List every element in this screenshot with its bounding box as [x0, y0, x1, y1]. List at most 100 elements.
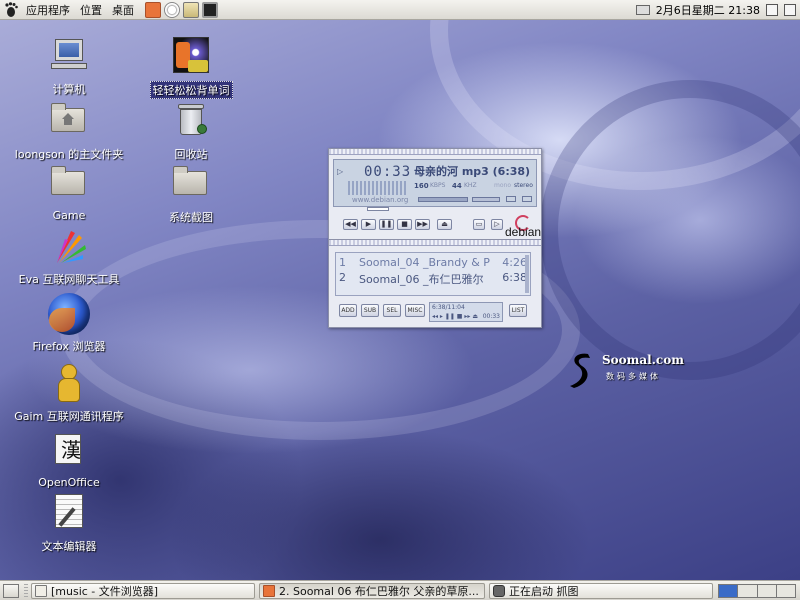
volume-slider[interactable]	[418, 197, 468, 202]
launcher-terminal-icon[interactable]	[202, 1, 218, 18]
taskbar-item-label: 正在启动 抓图	[509, 585, 579, 598]
repeat-button[interactable]: ▷	[491, 219, 503, 230]
workspace-1[interactable]	[719, 585, 739, 597]
taskbar-item-player[interactable]: 2. Soomal 06 布仁巴雅尔 父亲的草原...	[259, 583, 485, 599]
balance-slider[interactable]	[472, 197, 500, 202]
top-panel: 应用程序 位置 桌面 2月6日星期二 21:38	[0, 0, 800, 20]
desktop-icon-openoffice[interactable]: 漢 OpenOffice	[9, 430, 129, 489]
total-time: 6:38/11:04	[432, 304, 465, 311]
play-indicator-icon: ▷	[337, 167, 344, 176]
desktop-icon-trash[interactable]: 回收站	[131, 100, 251, 162]
playlist-row[interactable]: 1 Soomal_04 _Brandy & P 4:26	[339, 256, 529, 269]
camera-icon	[493, 585, 505, 597]
playlist-misc-button[interactable]: MISC	[405, 304, 425, 317]
openoffice-icon: 漢	[47, 430, 91, 474]
soomal-watermark: Soomal.com 数码多媒体	[566, 350, 686, 390]
desktop-icon-eva[interactable]: Eva 互联网聊天工具	[9, 225, 129, 287]
player-titlebar[interactable]	[329, 149, 541, 155]
play-button[interactable]: ▶	[361, 219, 376, 230]
firefox-icon	[47, 292, 91, 336]
prev-button[interactable]: ◀◀	[343, 219, 358, 230]
desktop-icon-screenshots[interactable]: 系统截图	[131, 163, 251, 225]
desktop-icon-label: 计算机	[52, 83, 86, 96]
workspace-4[interactable]	[776, 585, 795, 597]
launcher-notes-icon[interactable]	[183, 1, 199, 18]
bitrate-value: 160	[414, 182, 429, 190]
workspace-2[interactable]	[738, 585, 758, 597]
eq-toggle[interactable]	[506, 196, 516, 202]
eject-button[interactable]: ⏏	[437, 219, 452, 230]
desktop-icon-label: loongson 的主文件夹	[14, 148, 124, 161]
desktop-icon-vocabulary[interactable]: 轻轻松松背单词	[131, 35, 251, 99]
player-main: ▷ 00:33 母亲的河 mp3 (6:38) 160 KBPS 44 KHZ …	[329, 149, 542, 239]
desktop-icon-label: Eva 互联网聊天工具	[18, 273, 120, 286]
desktop-icon-game[interactable]: Game	[9, 163, 129, 222]
taskbar-item-label: [music - 文件浏览器]	[51, 585, 159, 598]
mono-indicator: mono	[494, 182, 511, 189]
pl-toggle[interactable]	[522, 196, 532, 202]
desktop-icon-label: Gaim 互联网通讯程序	[14, 410, 124, 423]
tray-icon-2[interactable]	[784, 4, 796, 16]
panel-handle[interactable]	[24, 584, 28, 598]
seek-bar[interactable]	[367, 207, 389, 211]
workspace-switcher[interactable]	[718, 584, 796, 598]
playlist-row-title: Soomal_06 _布仁巴雅尔	[359, 273, 484, 286]
debian-logo-text: debian	[505, 225, 542, 239]
playlist-sub-button[interactable]: SUB	[361, 304, 379, 317]
desktop-icon-home[interactable]: loongson 的主文件夹	[9, 100, 129, 162]
pause-button[interactable]: ❚❚	[379, 219, 394, 230]
shuffle-button[interactable]: ▭	[473, 219, 485, 230]
playlist-add-button[interactable]: ADD	[339, 304, 357, 317]
desktop-icon-label: Firefox 浏览器	[32, 340, 106, 353]
gaim-icon	[47, 362, 91, 406]
time-display: 00:33	[364, 164, 412, 180]
taskbar-item-screenshot[interactable]: 正在启动 抓图	[489, 583, 713, 599]
folder-icon	[47, 163, 91, 207]
desktop-icon-label: Game	[52, 209, 86, 222]
eva-icon	[47, 225, 91, 269]
track-title: 母亲的河 mp3 (6:38)	[414, 165, 531, 177]
clock[interactable]: 2月6日星期二 21:38	[656, 2, 760, 18]
vocabulary-app-icon	[169, 35, 213, 79]
desktop-icon-computer[interactable]: 计算机	[9, 35, 129, 97]
show-desktop-icon[interactable]	[3, 584, 19, 598]
panel-tray: 2月6日星期二 21:38	[635, 2, 796, 18]
stop-button[interactable]: ■	[397, 219, 412, 230]
bitrate-unit: KBPS	[430, 182, 446, 189]
playlist-scrollbar[interactable]	[525, 255, 529, 293]
player-app-icon	[263, 585, 275, 597]
keyboard-icon[interactable]	[635, 5, 650, 15]
playlist-row-duration: 6:38	[502, 271, 527, 284]
next-button[interactable]: ▶▶	[415, 219, 430, 230]
playlist-info-box: 6:38/11:04 ◂◂ ▸ ❚❚ ■ ▸▸ ⏏ 00:33	[429, 302, 503, 322]
playlist-row-number: 1	[339, 256, 346, 269]
computer-icon	[47, 35, 91, 79]
desktop-icon-firefox[interactable]: Firefox 浏览器	[9, 292, 129, 354]
playlist-list-button[interactable]: LIST	[509, 304, 527, 317]
playlist-titlebar[interactable]	[329, 240, 541, 246]
menu-desktop[interactable]: 桌面	[107, 2, 139, 18]
taskbar-item-label: 2. Soomal 06 布仁巴雅尔 父亲的草原...	[279, 585, 479, 598]
menu-applications[interactable]: 应用程序	[21, 2, 75, 18]
workspace-3[interactable]	[757, 585, 777, 597]
menu-places[interactable]: 位置	[75, 2, 107, 18]
playlist-sel-button[interactable]: SEL	[383, 304, 401, 317]
spectrum-analyzer	[348, 181, 408, 195]
soomal-logo-icon	[570, 353, 590, 388]
playlist-row[interactable]: 2 Soomal_06 _布仁巴雅尔 6:38	[339, 271, 529, 286]
desktop-icon-gaim[interactable]: Gaim 互联网通讯程序	[9, 362, 129, 424]
desktop-icon-label: 轻轻松松背单词	[149, 81, 233, 99]
launcher-network-icon[interactable]	[164, 1, 180, 18]
samplerate-unit: KHZ	[464, 182, 477, 189]
desktop-icon-label: 系统截图	[169, 211, 213, 224]
player-display: ▷ 00:33 母亲的河 mp3 (6:38) 160 KBPS 44 KHZ …	[333, 159, 537, 207]
gnome-foot-icon[interactable]	[3, 1, 19, 18]
media-player-window[interactable]: ▷ 00:33 母亲的河 mp3 (6:38) 160 KBPS 44 KHZ …	[328, 148, 542, 328]
tray-icon-1[interactable]	[766, 4, 778, 16]
taskbar-item-file-browser[interactable]: [music - 文件浏览器]	[31, 583, 255, 599]
mini-controls[interactable]: ◂◂ ▸ ❚❚ ■ ▸▸ ⏏	[432, 313, 478, 320]
file-browser-icon	[35, 585, 47, 597]
launcher-orange-icon[interactable]	[145, 1, 161, 18]
playlist-window: 1 Soomal_04 _Brandy & P 4:26 2 Soomal_06…	[329, 239, 541, 327]
desktop-icon-text-editor[interactable]: 文本编辑器	[9, 492, 129, 554]
